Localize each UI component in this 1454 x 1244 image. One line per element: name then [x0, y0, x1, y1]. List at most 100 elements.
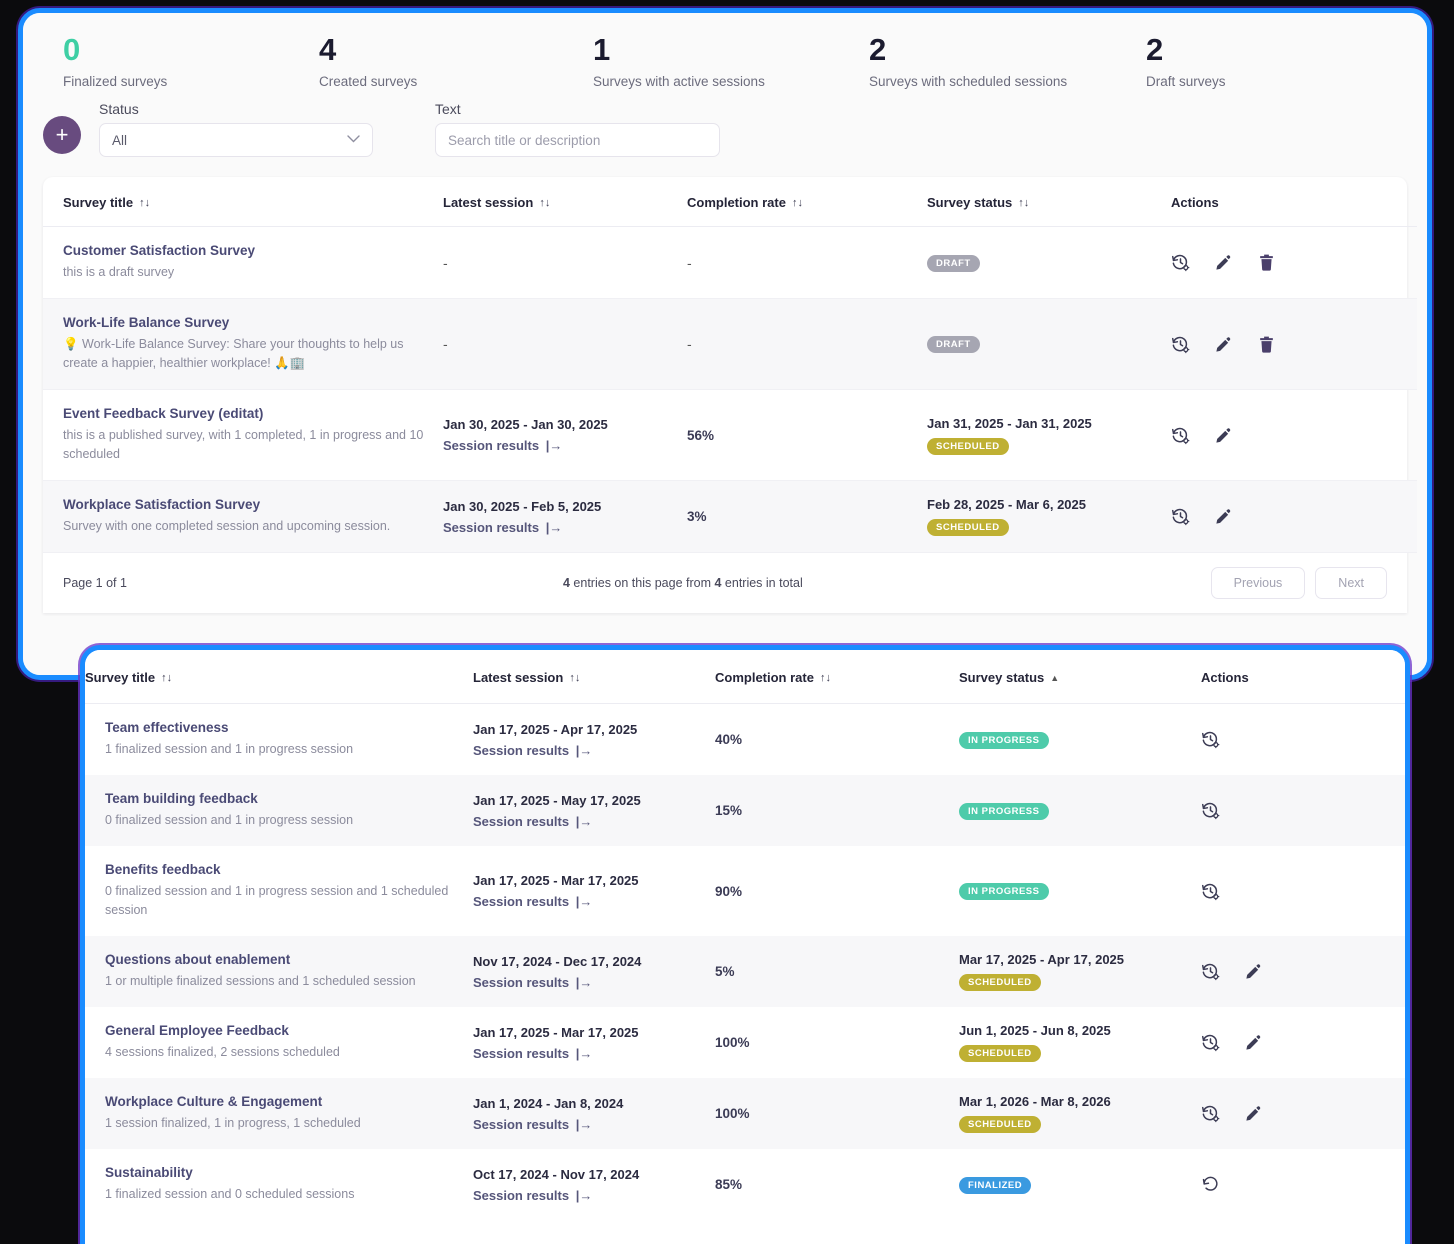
- session-results-link[interactable]: Session results |→: [443, 438, 687, 453]
- col-survey-title[interactable]: Survey title ↑↓: [85, 650, 473, 704]
- col-completion-rate[interactable]: Completion rate ↑↓: [715, 650, 959, 704]
- stats-summary-row: 0 Finalized surveys 4 Created surveys 1 …: [23, 13, 1427, 93]
- survey-title[interactable]: Team building feedback: [105, 791, 455, 806]
- history-settings-icon[interactable]: [1201, 801, 1220, 820]
- session-results-link[interactable]: Session results |→: [473, 975, 715, 990]
- table-row[interactable]: Event Feedback Survey (editat) this is a …: [43, 390, 1417, 481]
- table-row[interactable]: Team building feedback 0 finalized sessio…: [85, 775, 1405, 846]
- edit-icon[interactable]: [1214, 426, 1233, 445]
- row-actions: [1201, 962, 1405, 981]
- session-dates: Jan 17, 2025 - May 17, 2025: [473, 792, 641, 808]
- session-results-label: Session results: [473, 974, 573, 990]
- cell-survey-title: Team building feedback 0 finalized sessio…: [85, 775, 473, 846]
- status-badge: DRAFT: [927, 254, 980, 272]
- session-results-label: Session results: [473, 813, 573, 829]
- add-survey-button[interactable]: +: [43, 116, 81, 154]
- table-row[interactable]: Workplace Satisfaction Survey Survey with…: [43, 480, 1417, 553]
- col-survey-status[interactable]: Survey status ↑↓: [927, 177, 1171, 227]
- history-settings-icon[interactable]: [1201, 730, 1220, 749]
- col-survey-status[interactable]: Survey status ▲: [959, 650, 1201, 704]
- session-results-link[interactable]: Session results |→: [473, 1188, 715, 1203]
- next-page-button[interactable]: Next: [1315, 567, 1387, 599]
- survey-title[interactable]: Customer Satisfaction Survey: [63, 243, 425, 258]
- table-row[interactable]: Questions about enablement 1 or multiple …: [85, 936, 1405, 1007]
- survey-title[interactable]: Benefits feedback: [105, 862, 455, 877]
- session-results-label: Session results: [443, 519, 543, 535]
- session-dates: Nov 17, 2024 - Dec 17, 2024: [473, 953, 642, 969]
- survey-title[interactable]: General Employee Feedback: [105, 1023, 455, 1038]
- completion-rate-value: 15%: [715, 803, 743, 818]
- table-row[interactable]: Benefits feedback 0 finalized session and…: [85, 846, 1405, 936]
- completion-rate-value: 90%: [715, 883, 743, 899]
- surveys-table: Survey title ↑↓ Latest session ↑↓ Completi…: [43, 177, 1417, 553]
- cell-latest-session: Oct 17, 2024 - Nov 17, 2024 Session resul…: [473, 1149, 715, 1220]
- history-settings-icon[interactable]: [1171, 426, 1190, 445]
- history-settings-icon[interactable]: [1171, 335, 1190, 354]
- edit-icon[interactable]: [1214, 507, 1233, 526]
- previous-page-button[interactable]: Previous: [1210, 567, 1306, 599]
- stat-value: 0: [63, 32, 80, 67]
- history-settings-icon[interactable]: [1171, 507, 1190, 526]
- completion-rate-value: 3%: [687, 509, 707, 524]
- completion-rate-value: 40%: [715, 732, 743, 747]
- cell-survey-status: DRAFT: [927, 227, 1171, 299]
- stat-value: 2: [1146, 32, 1163, 67]
- sort-both-icon: ↑↓: [791, 197, 803, 209]
- restore-icon[interactable]: [1201, 1175, 1220, 1194]
- table-row[interactable]: Workplace Culture & Engagement 1 session …: [85, 1078, 1405, 1149]
- col-latest-session[interactable]: Latest session ↑↓: [443, 177, 687, 227]
- history-settings-icon[interactable]: [1201, 1033, 1220, 1052]
- col-completion-rate[interactable]: Completion rate ↑↓: [687, 177, 927, 227]
- history-settings-icon[interactable]: [1201, 962, 1220, 981]
- survey-title[interactable]: Event Feedback Survey (editat): [63, 406, 425, 421]
- session-results-link[interactable]: Session results |→: [473, 1046, 715, 1061]
- edit-icon[interactable]: [1244, 1033, 1263, 1052]
- cell-survey-title: General Employee Feedback 4 sessions fina…: [85, 1007, 473, 1078]
- delete-icon[interactable]: [1257, 253, 1276, 272]
- survey-title[interactable]: Sustainability: [105, 1165, 455, 1180]
- col-label: Latest session: [443, 195, 534, 210]
- edit-icon[interactable]: [1214, 253, 1233, 272]
- survey-description: this is a published survey, with 1 compl…: [63, 428, 424, 461]
- session-results-link[interactable]: Session results |→: [473, 894, 715, 909]
- history-settings-icon[interactable]: [1201, 882, 1220, 901]
- cell-actions: [1201, 1007, 1405, 1078]
- col-latest-session[interactable]: Latest session ↑↓: [473, 650, 715, 704]
- history-settings-icon[interactable]: [1201, 1104, 1220, 1123]
- table-row[interactable]: General Employee Feedback 4 sessions fina…: [85, 1007, 1405, 1078]
- search-input-wrapper[interactable]: Search title or description: [435, 123, 720, 157]
- survey-title[interactable]: Work-Life Balance Survey: [63, 315, 425, 330]
- session-results-link[interactable]: Session results |→: [473, 743, 715, 758]
- status-badge: SCHEDULED: [927, 437, 1009, 455]
- arrow-right-icon: |→: [545, 519, 563, 535]
- status-dates: Mar 17, 2025 - Apr 17, 2025: [959, 952, 1125, 967]
- status-dates: Jan 31, 2025 - Jan 31, 2025: [927, 415, 1092, 431]
- edit-icon[interactable]: [1244, 962, 1263, 981]
- table-row[interactable]: Work-Life Balance Survey 💡 Work-Life Bala…: [43, 298, 1417, 390]
- session-results-link[interactable]: Session results |→: [473, 814, 715, 829]
- stat-scheduled-sessions: 2 Surveys with scheduled sessions: [869, 31, 1146, 89]
- status-select[interactable]: All: [99, 123, 373, 157]
- table-row[interactable]: Customer Satisfaction Survey this is a dr…: [43, 227, 1417, 299]
- cell-survey-title: Workplace Satisfaction Survey Survey with…: [43, 481, 443, 553]
- completion-rate-value: 100%: [715, 1035, 750, 1050]
- cell-completion-rate: 5%: [715, 936, 959, 1007]
- edit-icon[interactable]: [1214, 335, 1233, 354]
- survey-title[interactable]: Workplace Culture & Engagement: [105, 1094, 455, 1109]
- survey-title[interactable]: Team effectiveness: [105, 720, 455, 735]
- table-row[interactable]: Team effectiveness 1 finalized session an…: [85, 704, 1405, 776]
- session-results-link[interactable]: Session results |→: [473, 1117, 715, 1132]
- table-row[interactable]: Sustainability 1 finalized session and 0 …: [85, 1149, 1405, 1220]
- cell-survey-status: Jan 31, 2025 - Jan 31, 2025 SCHEDULED: [927, 390, 1171, 481]
- survey-title[interactable]: Questions about enablement: [105, 952, 455, 967]
- survey-description: 0 finalized session and 1 in progress se…: [105, 813, 354, 827]
- edit-icon[interactable]: [1244, 1104, 1263, 1123]
- cell-actions: [1171, 299, 1417, 390]
- col-survey-title[interactable]: Survey title ↑↓: [43, 177, 443, 227]
- col-label: Actions: [1201, 670, 1249, 685]
- session-results-label: Session results: [473, 1187, 573, 1203]
- history-settings-icon[interactable]: [1171, 253, 1190, 272]
- delete-icon[interactable]: [1257, 335, 1276, 354]
- survey-title[interactable]: Workplace Satisfaction Survey: [63, 497, 425, 512]
- session-results-link[interactable]: Session results |→: [443, 520, 687, 535]
